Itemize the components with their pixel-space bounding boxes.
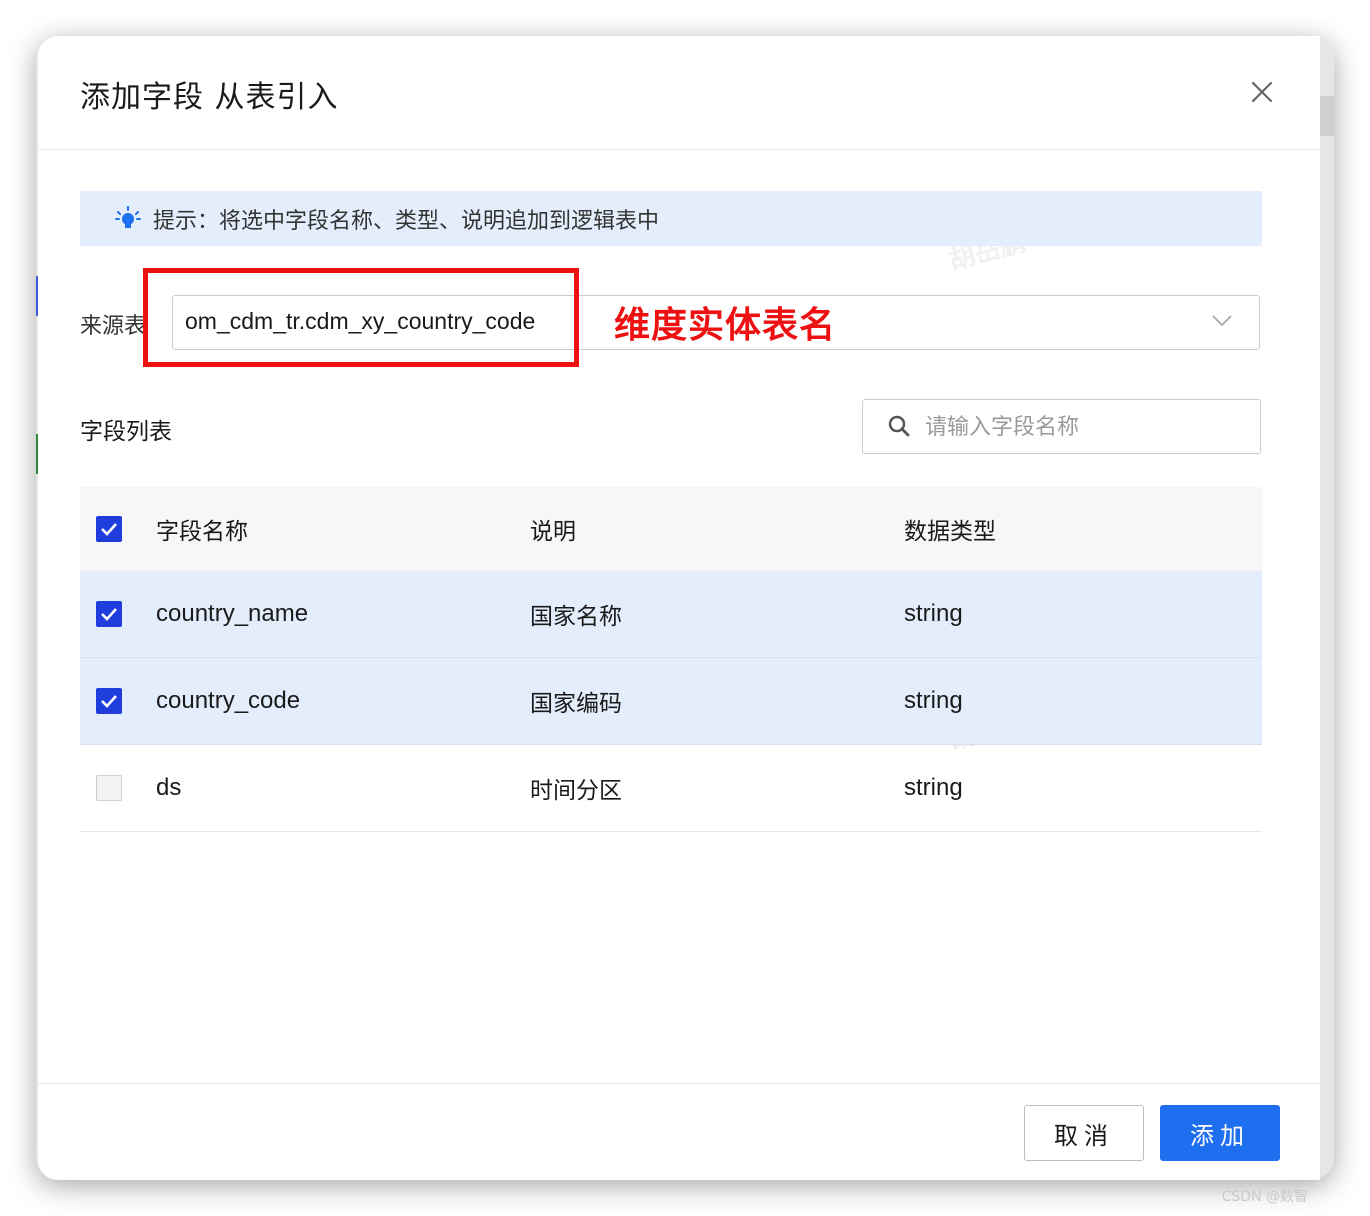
table-row[interactable]: ds 时间分区 string (80, 745, 1262, 832)
field-name: country_code (156, 687, 301, 714)
close-button[interactable] (1244, 74, 1280, 110)
chevron-down-icon (1212, 315, 1232, 327)
field-name: country_name (156, 600, 309, 627)
column-header-name: 字段名称 (156, 519, 248, 545)
tip-text: 提示：将选中字段名称、类型、说明追加到逻辑表中 (153, 208, 660, 234)
footer-divider (38, 1083, 1320, 1084)
field-desc: 国家编码 (530, 691, 622, 717)
add-button[interactable]: 添加 (1160, 1105, 1280, 1161)
checkmark-icon (101, 608, 117, 621)
field-list-label: 字段列表 (80, 419, 172, 445)
field-search-box[interactable] (862, 399, 1261, 454)
row-checkbox[interactable] (96, 601, 122, 627)
field-search-input[interactable] (923, 408, 1247, 446)
highlight-box (143, 268, 579, 367)
background-panel (1320, 96, 1334, 136)
field-type: string (904, 774, 963, 801)
row-checkbox[interactable] (96, 775, 122, 801)
field-desc: 国家名称 (530, 604, 622, 630)
dialog-header: 添加字段 从表引入 (38, 36, 1320, 150)
tip-banner: 提示：将选中字段名称、类型、说明追加到逻辑表中 (80, 191, 1262, 246)
search-icon (888, 415, 910, 437)
dialog-title: 添加字段 从表引入 (80, 80, 339, 115)
lightbulb-icon (115, 205, 141, 228)
checkmark-icon (101, 695, 117, 708)
table-row[interactable]: country_code 国家编码 string (80, 658, 1262, 745)
add-field-dialog: 胡岳鹏 胡岳鹏 添加字段 从表引入 提示：将选中字段名称、类型、说明追加到逻辑表… (38, 36, 1320, 1180)
annotation-text: 维度实体表名 (614, 305, 837, 346)
field-type: string (904, 687, 963, 714)
table-header-row: 字段名称 说明 数据类型 (80, 487, 1262, 571)
checkmark-icon (101, 523, 117, 536)
close-icon (1251, 81, 1273, 103)
field-table: 字段名称 说明 数据类型 country_name 国家名称 string co… (80, 487, 1262, 832)
field-name: ds (156, 774, 182, 801)
column-header-desc: 说明 (530, 519, 576, 545)
credit-watermark: CSDN @数智 (1221, 1189, 1308, 1205)
table-row[interactable]: country_name 国家名称 string (80, 571, 1262, 658)
cancel-button[interactable]: 取消 (1024, 1105, 1144, 1161)
source-table-label: 来源表 (80, 314, 147, 339)
field-type: string (904, 600, 963, 627)
row-checkbox[interactable] (96, 688, 122, 714)
select-all-checkbox[interactable] (96, 516, 122, 542)
column-header-type: 数据类型 (904, 519, 996, 545)
field-desc: 时间分区 (530, 778, 622, 804)
